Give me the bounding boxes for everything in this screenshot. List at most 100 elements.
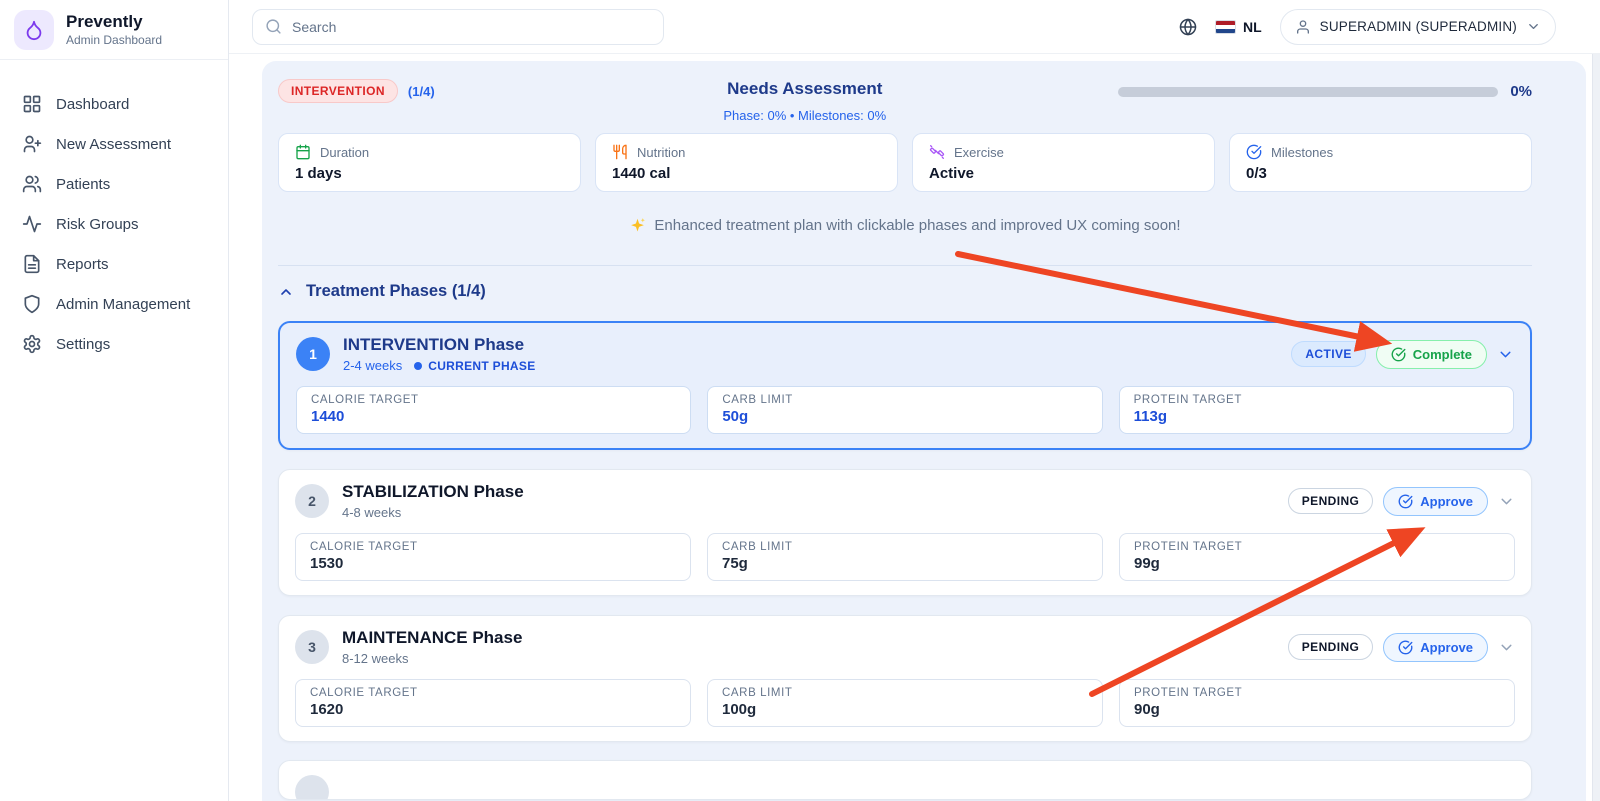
- netherlands-flag-icon: [1214, 19, 1236, 34]
- treatment-phases-toggle[interactable]: Treatment Phases (1/4): [278, 282, 1532, 301]
- phase-duration: 2-4 weeks: [343, 358, 403, 373]
- globe-icon[interactable]: [1179, 17, 1197, 36]
- stat-value: 1 days: [295, 165, 342, 182]
- assessment-header: INTERVENTION (1/4) Needs Assessment Phas…: [278, 71, 1532, 129]
- chevron-up-icon: [278, 284, 294, 300]
- metric-calorie-target: CALORIE TARGET 1620: [295, 679, 691, 727]
- circle-check-icon: [1391, 347, 1406, 362]
- phase-duration: 8-12 weeks: [342, 651, 409, 666]
- stat-value: 0/3: [1246, 165, 1267, 182]
- vertical-scrollbar[interactable]: [1592, 0, 1600, 801]
- phase-card-maintenance: 3 MAINTENANCE Phase 8-12 weeks PENDING A…: [278, 615, 1532, 742]
- current-dot-icon: [414, 361, 423, 370]
- metric-carb-limit: CARB LIMIT 100g: [707, 679, 1103, 727]
- banner-text: Enhanced treatment plan with clickable p…: [654, 216, 1181, 234]
- sidebar-item-settings[interactable]: Settings: [0, 324, 228, 364]
- status-badge: PENDING: [1287, 488, 1374, 514]
- sidebar-item-admin-management[interactable]: Admin Management: [0, 284, 228, 324]
- calendar-icon: [295, 144, 311, 160]
- sidebar-item-label: Dashboard: [56, 95, 130, 113]
- metric-carb-limit: CARB LIMIT 50g: [707, 386, 1103, 434]
- progress-bar: [1118, 86, 1499, 97]
- stat-label: Nutrition: [637, 144, 686, 160]
- sidebar-item-label: Settings: [56, 335, 111, 353]
- sidebar-nav: Dashboard New Assessment Patients Risk G…: [0, 60, 228, 364]
- sidebar-item-patients[interactable]: Patients: [0, 164, 228, 204]
- search-input[interactable]: [292, 18, 651, 35]
- language-code: NL: [1242, 18, 1262, 35]
- metric-calorie-target: CALORIE TARGET 1530: [295, 533, 691, 581]
- sidebar-item-dashboard[interactable]: Dashboard: [0, 84, 228, 124]
- sidebar-item-label: Reports: [56, 255, 109, 273]
- brand-name: Prevently: [66, 11, 143, 31]
- user-label: SUPERADMIN (SUPERADMIN): [1319, 19, 1517, 34]
- phase-card-stabilization: 2 STABILIZATION Phase 4-8 weeks PENDING …: [278, 469, 1532, 596]
- metric-calorie-target: CALORIE TARGET 1440: [296, 386, 692, 434]
- brand: Prevently Admin Dashboard: [0, 0, 228, 60]
- topbar: NL SUPERADMIN (SUPERADMIN): [229, 0, 1600, 54]
- status-badge: ACTIVE: [1291, 341, 1366, 367]
- phase-number-badge: 3: [295, 630, 329, 664]
- phase-duration: 4-8 weeks: [342, 505, 402, 520]
- phase-card-partial: [278, 760, 1532, 800]
- progress-percent: 0%: [1510, 83, 1532, 100]
- dumbbell-icon: [929, 144, 945, 160]
- metric-carb-limit: CARB LIMIT 75g: [707, 533, 1103, 581]
- stats-row: Duration 1 days Nutrition 1440 cal Exerc…: [278, 133, 1532, 192]
- activity-pulse-icon: [22, 214, 42, 234]
- phase-count: (1/4): [407, 83, 435, 99]
- phase-number-badge: [295, 775, 329, 799]
- person-plus-icon: [22, 134, 42, 154]
- chevron-down-icon[interactable]: [1498, 639, 1515, 656]
- sidebar: Prevently Admin Dashboard Dashboard New …: [0, 0, 229, 801]
- current-phase-chip: CURRENT PHASE: [414, 359, 535, 373]
- metric-protein-target: PROTEIN TARGET 113g: [1118, 386, 1514, 434]
- divider: [278, 265, 1532, 266]
- language-selector[interactable]: NL: [1214, 18, 1262, 35]
- intervention-phase-badge: INTERVENTION: [278, 79, 398, 103]
- phase-number-badge: 2: [295, 484, 329, 518]
- approve-phase-button[interactable]: Approve: [1383, 486, 1488, 516]
- sidebar-item-reports[interactable]: Reports: [0, 244, 228, 284]
- complete-phase-button[interactable]: Complete: [1375, 339, 1487, 369]
- circle-check-icon: [1246, 144, 1262, 160]
- brand-subtitle: Admin Dashboard: [66, 33, 163, 48]
- search-box: [252, 8, 664, 45]
- phase-title: INTERVENTION Phase: [343, 335, 525, 354]
- chevron-down-icon[interactable]: [1497, 346, 1514, 363]
- droplet-logo-icon: [14, 9, 54, 50]
- sidebar-item-risk-groups[interactable]: Risk Groups: [0, 204, 228, 244]
- chevron-down-icon[interactable]: [1498, 493, 1515, 510]
- metric-protein-target: PROTEIN TARGET 99g: [1119, 533, 1515, 581]
- search-icon: [265, 18, 282, 35]
- stat-value: 1440 cal: [612, 165, 671, 182]
- chevron-down-icon: [1526, 19, 1541, 34]
- circle-check-icon: [1398, 640, 1413, 655]
- phase-title: STABILIZATION Phase: [342, 482, 524, 501]
- utensils-icon: [612, 144, 628, 160]
- dashboard-grid-icon: [22, 94, 42, 114]
- stat-card-nutrition: Nutrition 1440 cal: [595, 133, 898, 192]
- document-icon: [22, 254, 42, 274]
- user-icon: [1295, 19, 1311, 35]
- phase-title: MAINTENANCE Phase: [342, 628, 523, 647]
- stat-card-exercise: Exercise Active: [912, 133, 1215, 192]
- sidebar-item-label: Patients: [56, 175, 111, 193]
- coming-soon-banner: Enhanced treatment plan with clickable p…: [278, 210, 1532, 240]
- approve-phase-button[interactable]: Approve: [1383, 632, 1488, 662]
- sidebar-item-new-assessment[interactable]: New Assessment: [0, 124, 228, 164]
- stat-label: Duration: [320, 144, 370, 160]
- stat-value: Active: [929, 165, 975, 182]
- stat-card-milestones: Milestones 0/3: [1229, 133, 1532, 192]
- sparkles-icon: [629, 217, 646, 234]
- circle-check-icon: [1398, 494, 1413, 509]
- user-menu-button[interactable]: SUPERADMIN (SUPERADMIN): [1279, 8, 1556, 45]
- people-icon: [22, 174, 42, 194]
- status-badge: PENDING: [1287, 634, 1374, 660]
- sidebar-item-label: Admin Management: [56, 295, 191, 313]
- section-title: Treatment Phases (1/4): [306, 282, 486, 300]
- sidebar-item-label: New Assessment: [56, 135, 172, 153]
- phase-number-badge: 1: [296, 337, 330, 371]
- stat-label: Milestones: [1271, 144, 1334, 160]
- stat-card-duration: Duration 1 days: [278, 133, 581, 192]
